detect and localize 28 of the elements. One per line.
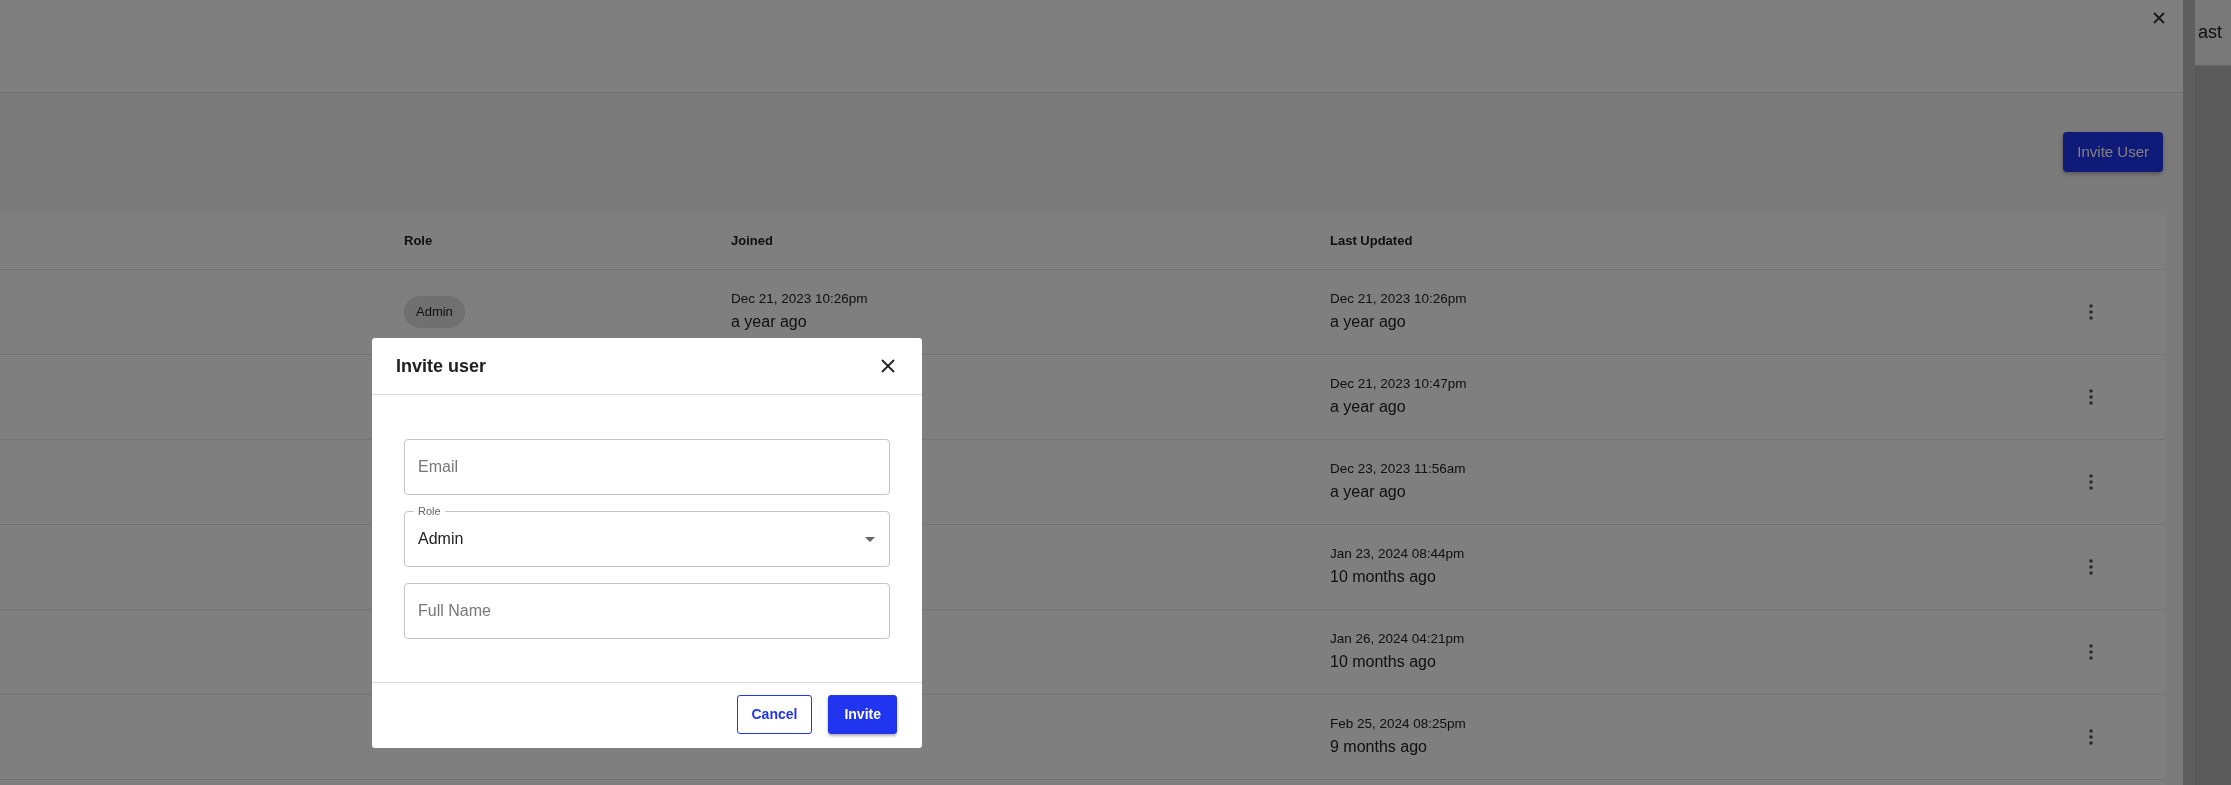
updated-relative-time: 9 months ago (1330, 737, 1428, 757)
cancel-button[interactable]: Cancel (736, 695, 813, 734)
updated-relative-time: 10 months ago (1330, 567, 1437, 587)
invite-user-button[interactable]: Invite User (2063, 131, 2163, 173)
select-value: Admin (418, 529, 464, 549)
role-chip: Admin (404, 296, 465, 328)
column-header: Role (404, 232, 433, 251)
column-header: Last Updated (1330, 232, 1413, 251)
dialog-title: Invite user (396, 354, 487, 378)
field-label: Role (414, 504, 445, 518)
input-field[interactable]: Email (404, 439, 890, 495)
updated-relative-time: 10 months ago (1330, 652, 1437, 672)
joined-date: Dec 21, 2023 10:26pm (731, 290, 869, 308)
updated-relative-time: a year ago (1330, 482, 1407, 502)
invite-button[interactable]: Invite (828, 695, 897, 734)
updated-relative-time: a year ago (1330, 312, 1407, 332)
updated-date: Feb 25, 2024 08:25pm (1330, 715, 1467, 733)
input-field[interactable]: Full Name (404, 583, 890, 639)
updated-date: Dec 23, 2023 11:56am (1330, 460, 1467, 478)
updated-relative-time: a year ago (1330, 397, 1407, 417)
updated-date: Dec 21, 2023 10:26pm (1330, 290, 1468, 308)
column-header: Joined (731, 232, 773, 251)
scrollbar[interactable] (2183, 0, 2195, 785)
updated-date: Jan 23, 2024 08:44pm (1330, 545, 1466, 563)
updated-date: Dec 21, 2023 10:47pm (1330, 375, 1468, 393)
joined-relative-time: a year ago (731, 312, 808, 332)
dropdown-caret-icon (865, 536, 875, 542)
updated-date: Jan 26, 2024 04:21pm (1330, 630, 1466, 648)
